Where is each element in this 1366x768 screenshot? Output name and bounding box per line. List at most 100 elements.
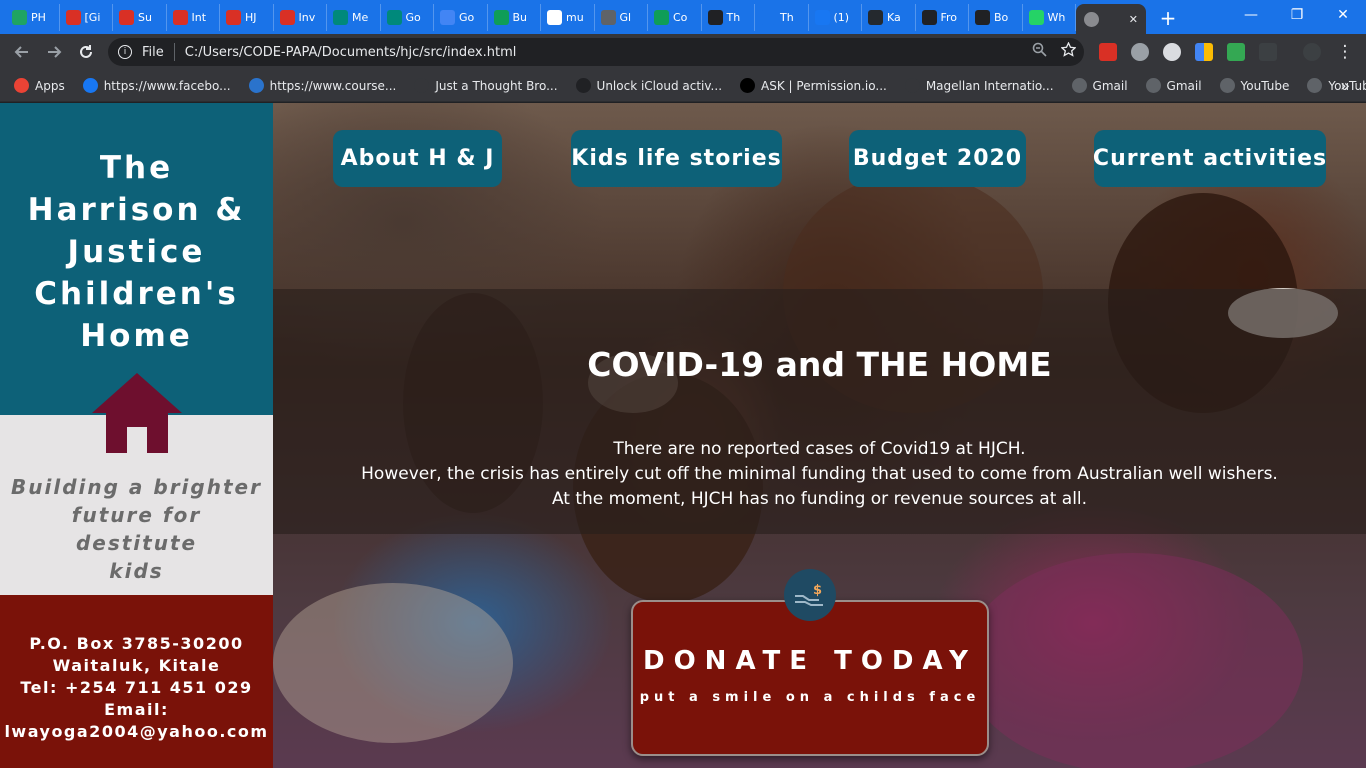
bookmark-item[interactable]: https://www.facebo... [82,78,231,93]
site-title-line: The [99,150,174,186]
browser-tab[interactable]: Bo [969,4,1023,31]
browser-tab[interactable]: Inv [274,4,327,31]
bookmark-item[interactable]: Gmail [1071,78,1128,93]
extension-icon[interactable] [1163,43,1181,61]
browser-tab-label: mu [566,11,584,24]
browser-tab-label: Wh [1047,11,1066,24]
nav-about-button[interactable]: About H & J [333,130,502,187]
bookmark-item[interactable]: Magellan Internatio... [904,78,1054,93]
browser-tab-active[interactable]: ✕ [1076,4,1146,34]
bookmark-label: ASK | Permission.io... [761,78,887,93]
minimize-button[interactable]: — [1228,0,1274,30]
profile-avatar[interactable] [1303,43,1321,61]
cross-icon [493,10,509,25]
bookmark-item[interactable]: Apps [14,78,65,93]
browser-tab[interactable]: Me [327,4,381,31]
close-window-button[interactable]: ✕ [1320,0,1366,30]
google-icon [547,10,562,25]
extension-icon[interactable] [1227,43,1245,61]
bookmark-label: Just a Thought Bro... [435,78,558,93]
nav-kids-stories-button[interactable]: Kids life stories [571,130,782,187]
browser-tab[interactable]: Wh [1023,4,1076,31]
browser-tab[interactable]: Go [434,4,488,31]
browser-tab[interactable]: (1) [809,4,862,31]
coursera-icon [248,78,264,93]
sidebar: The Harrison & Justice Children's Home B… [0,103,273,768]
contact-email[interactable]: lwayoga2004@yahoo.com [0,721,273,743]
gmail-icon [119,10,134,25]
zoom-icon[interactable] [1032,42,1047,61]
extension-icon[interactable] [1131,43,1149,61]
bookmark-item[interactable]: Gmail [1145,78,1202,93]
browser-tab-label: Gl [619,11,632,24]
browser-tab-label: Bo [994,11,1009,24]
bookmark-label: YouTube [1240,78,1290,93]
bookmark-star-icon[interactable] [1060,41,1077,61]
extension-icon[interactable] [1195,43,1213,61]
bookmark-label: https://www.course... [269,78,397,93]
info-icon[interactable]: i [118,45,132,59]
bookmark-item[interactable]: https://www.course... [248,78,397,93]
browser-tab-label: Me [352,11,369,24]
globe-icon [1071,78,1087,93]
nav-budget-button[interactable]: Budget 2020 [849,130,1026,187]
close-tab-icon[interactable]: ✕ [1129,13,1138,26]
menu-kebab-icon[interactable]: ⋮ [1333,40,1357,64]
forward-button[interactable] [42,40,66,64]
donate-title: DONATE TODAY [643,646,977,676]
banner-title: COVID-19 and THE HOME [587,345,1052,384]
banner-line: There are no reported cases of Covid19 a… [613,439,1026,459]
donate-button[interactable]: DONATE TODAY put a smile on a childs fac… [631,600,989,756]
bookmark-label: Gmail [1166,78,1202,93]
bookmarks-overflow-icon[interactable]: » [1340,76,1350,95]
svg-text:$: $ [813,583,822,598]
bookmark-item[interactable]: Just a Thought Bro... [414,78,558,93]
browser-tab[interactable]: Ka [862,4,916,31]
address-url[interactable]: C:/Users/CODE-PAPA/Documents/hjc/src/ind… [185,45,517,60]
browser-tab-label: Go [405,11,421,24]
tagline-line: kids [109,559,164,583]
window-controls: — ❐ ✕ [1228,0,1366,34]
browser-tab-label: Inv [298,11,316,24]
browser-tab[interactable]: mu [541,4,595,31]
back-button[interactable] [10,40,34,64]
browser-tab[interactable]: PH [6,4,60,31]
browser-tab-label: Th [780,11,794,24]
browser-tab[interactable]: Bu [488,4,541,31]
maximize-button[interactable]: ❐ [1274,0,1320,30]
banner-line: However, the crisis has entirely cut off… [361,464,1278,484]
bookmark-item[interactable]: YouTube [1307,78,1366,93]
browser-tab[interactable]: Int [167,4,220,31]
web-page: The Harrison & Justice Children's Home B… [0,103,1366,768]
globe-icon [1084,11,1099,27]
browser-tab[interactable]: Go [381,4,434,31]
address-actions [1032,41,1077,61]
browser-tab[interactable]: HJ [220,4,274,31]
browser-tab[interactable]: Fro [916,4,969,31]
browser-tab[interactable]: Th [755,4,809,31]
bookmark-label: Gmail [1092,78,1128,93]
bookmark-item[interactable]: ASK | Permission.io... [740,78,887,93]
donate-subtitle: put a smile on a childs face [639,690,981,705]
tab-strip: PH [Gi Su Int HJ Inv Me Go Go Bu mu Gl Co Th Th (1) Ka Fr… [0,0,1366,34]
browser-tab[interactable]: Su [113,4,167,31]
browser-tab-label: Bu [512,11,528,24]
site-title-line: Home [80,318,193,354]
bookmark-item[interactable]: Unlock iCloud activ... [575,78,722,93]
nav-current-activities-button[interactable]: Current activities [1093,130,1326,187]
reload-button[interactable] [74,40,98,64]
extension-icon[interactable] [1099,43,1117,61]
bookmark-item[interactable]: YouTube [1219,78,1290,93]
browser-tab[interactable]: Gl [595,4,648,31]
extension-icon[interactable] [1259,43,1277,61]
p-icon [740,78,756,93]
contact-phone: Tel: +254 711 451 029 [20,678,253,697]
browser-tab[interactable]: Co [648,4,702,31]
browser-tab[interactable]: Th [702,4,755,31]
browser-tab-label: [Gi [84,11,101,24]
browser-tab[interactable]: [Gi [60,4,113,31]
address-bar[interactable]: i File C:/Users/CODE-PAPA/Documents/hjc/… [108,38,1084,66]
magellan-icon [904,78,920,93]
new-tab-button[interactable]: + [1154,4,1182,31]
apple-icon [575,78,591,93]
